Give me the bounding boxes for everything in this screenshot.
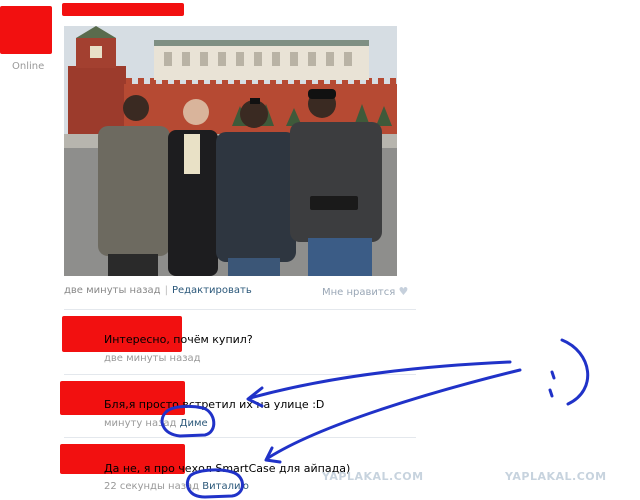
comment-text: Бля,я просто встретил их на улице :D xyxy=(104,398,325,411)
comment-meta: минуту назад Диме xyxy=(104,418,208,429)
like-label: Мне нравится xyxy=(322,287,396,298)
comment-time[interactable]: две минуты назад xyxy=(104,353,201,364)
redacted-author-name xyxy=(62,3,184,16)
comment-text: Да не, я про чехол SmartCase для айпада) xyxy=(104,462,351,475)
redacted-avatar xyxy=(0,6,52,54)
comment-text: Интересно, почём купил? xyxy=(104,333,253,346)
comment-divider xyxy=(64,437,416,438)
annotation-smiley: :) xyxy=(0,0,1,1)
like-button[interactable]: Мне нравится ♥ xyxy=(322,285,408,298)
heart-icon: ♥ xyxy=(398,285,409,298)
edit-link[interactable]: Редактировать xyxy=(172,285,252,296)
post-divider xyxy=(64,309,416,310)
comment-time[interactable]: минуту назад xyxy=(104,418,176,429)
online-status: Online xyxy=(12,61,45,72)
reply-to-link[interactable]: Виталию xyxy=(202,481,249,492)
post-photo[interactable] xyxy=(64,26,397,276)
watermark: YAPLAKAL.COM xyxy=(505,470,607,483)
comment-time[interactable]: 22 секунды назад xyxy=(104,481,199,492)
comment-meta: 22 секунды назад Виталию xyxy=(104,481,249,492)
meta-separator: | xyxy=(164,285,168,296)
comment-divider xyxy=(64,374,416,375)
watermark: YAPLAKAL.COM xyxy=(322,470,424,483)
reply-to-link[interactable]: Диме xyxy=(180,418,208,429)
post-time[interactable]: две минуты назад xyxy=(64,285,161,296)
